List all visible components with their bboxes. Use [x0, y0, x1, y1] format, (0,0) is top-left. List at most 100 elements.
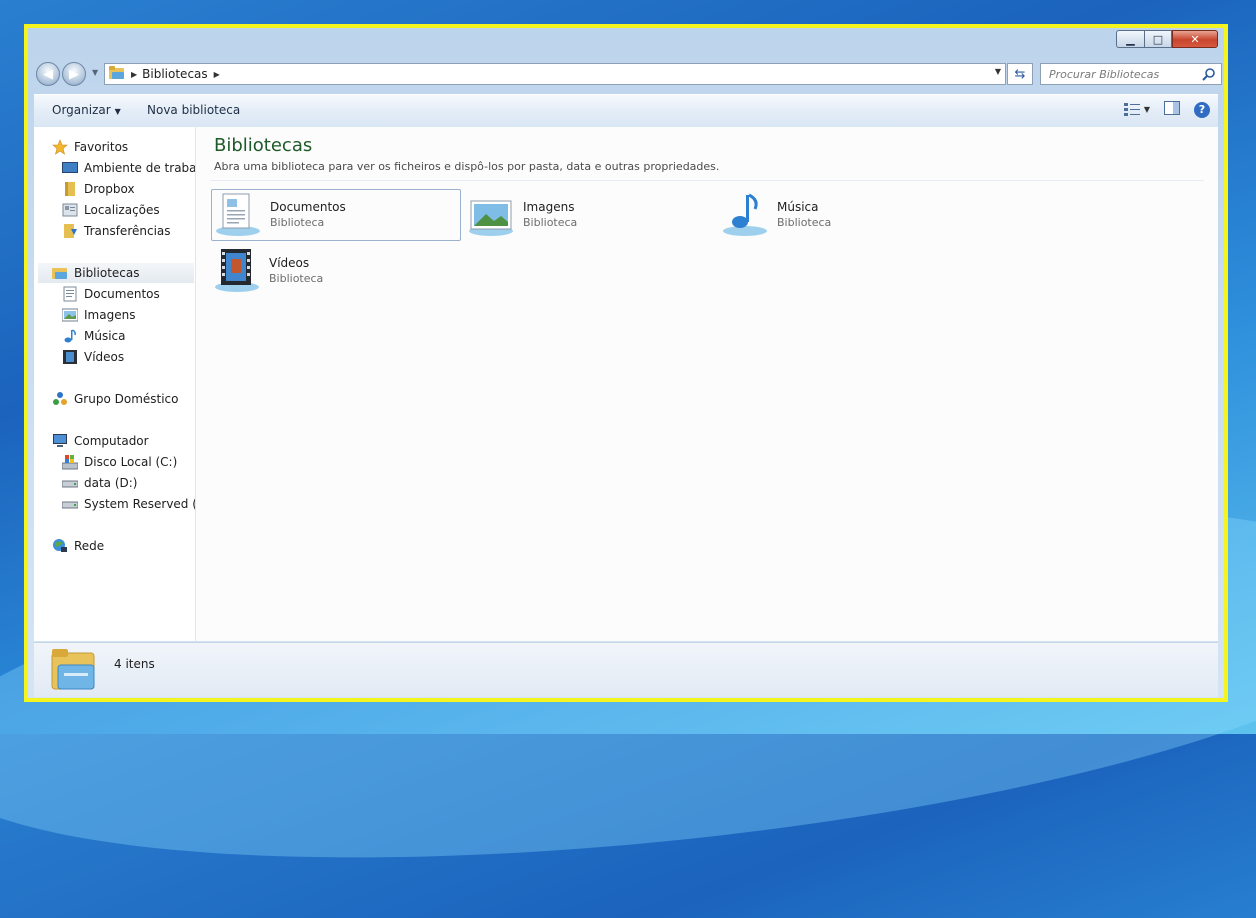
- sidebar-item-computer[interactable]: Computador: [52, 431, 195, 451]
- navigation-row: ◀ ▶ ▼ ▶ Bibliotecas ▶ ▼ ⇆: [36, 62, 1222, 88]
- sidebar-item-label: Computador: [74, 434, 149, 448]
- drive-icon: [62, 475, 79, 491]
- organize-button[interactable]: Organizar ▼: [52, 103, 121, 117]
- library-name: Imagens: [523, 200, 575, 214]
- library-tile-music[interactable]: Música Biblioteca: [719, 189, 969, 241]
- address-history-dropdown[interactable]: ▼: [995, 67, 1001, 76]
- preview-pane-button[interactable]: [1164, 101, 1180, 118]
- command-bar: Organizar ▼ Nova biblioteca ▼ ?: [34, 94, 1218, 128]
- sidebar-item-places[interactable]: Localizações: [62, 200, 195, 220]
- drive-icon: [62, 496, 79, 512]
- search-input[interactable]: [1047, 66, 1201, 82]
- minimize-icon: ▁: [1126, 32, 1135, 46]
- sidebar-item-downloads[interactable]: Transferências: [62, 221, 195, 241]
- back-arrow-icon: ◀: [43, 66, 53, 82]
- sidebar-item-music[interactable]: Música: [62, 326, 195, 346]
- libraries-folder-icon: [51, 649, 95, 690]
- new-library-button[interactable]: Nova biblioteca: [147, 103, 240, 117]
- network-icon: [52, 538, 68, 554]
- library-tile-pictures[interactable]: Imagens Biblioteca: [465, 189, 715, 241]
- content-pane: Bibliotecas Abra uma biblioteca para ver…: [196, 127, 1218, 641]
- forward-button[interactable]: ▶: [62, 62, 86, 86]
- homegroup-icon: [52, 391, 68, 407]
- library-text: Imagens Biblioteca: [523, 199, 577, 231]
- sidebar-item-label: Vídeos: [84, 350, 125, 364]
- library-tile-videos[interactable]: Vídeos Biblioteca: [211, 245, 461, 297]
- view-options-icon: [1123, 102, 1140, 116]
- divider: [210, 180, 1204, 181]
- sidebar-item-label: Imagens: [84, 308, 136, 322]
- recent-pages-dropdown[interactable]: ▼: [92, 68, 98, 77]
- library-type: Biblioteca: [777, 216, 832, 229]
- documents-library-icon: [216, 193, 260, 236]
- library-tile-documents[interactable]: Documentos Biblioteca: [211, 189, 461, 241]
- sidebar-item-favorites[interactable]: Favoritos: [52, 137, 195, 157]
- chevron-down-icon: ▼: [1143, 105, 1150, 114]
- sidebar-item-desktop[interactable]: Ambiente de trabalho: [62, 158, 195, 178]
- navigation-pane: Favoritos Ambiente de trabalho Dropbox L…: [34, 127, 196, 641]
- sidebar-item-drive-c[interactable]: Disco Local (C:): [62, 452, 195, 472]
- sidebar-item-label: Transferências: [84, 224, 171, 238]
- close-icon: ✕: [1190, 32, 1200, 46]
- sidebar-item-homegroup[interactable]: Grupo Doméstico: [52, 389, 195, 409]
- places-icon: [62, 202, 78, 218]
- minimize-button[interactable]: ▁: [1116, 30, 1144, 48]
- desktop-icon: [62, 160, 78, 176]
- new-library-label: Nova biblioteca: [147, 103, 241, 117]
- library-text: Música Biblioteca: [777, 199, 831, 231]
- sidebar-item-videos[interactable]: Vídeos: [62, 347, 195, 367]
- sidebar-item-label: Documentos: [84, 287, 160, 301]
- help-icon: ?: [1198, 103, 1206, 116]
- sidebar-item-label: Bibliotecas: [74, 266, 140, 280]
- sidebar-item-dropbox[interactable]: Dropbox: [62, 179, 195, 199]
- sidebar-item-label: Ambiente de trabalho: [84, 161, 195, 175]
- music-icon: [62, 328, 78, 344]
- address-bar[interactable]: ▶ Bibliotecas ▶ ▼: [104, 63, 1006, 85]
- pictures-library-icon: [469, 200, 513, 236]
- explorer-window: ▁ □ ✕ ◀ ▶ ▼ ▶ Bibliotecas ▶ ▼ ⇆ Procurar…: [24, 24, 1228, 702]
- dropbox-folder-icon: [62, 181, 78, 197]
- help-button[interactable]: ?: [1194, 101, 1210, 118]
- page-subtitle: Abra uma biblioteca para ver os ficheiro…: [214, 160, 720, 173]
- preview-pane-icon: [1164, 101, 1180, 115]
- sidebar-item-documents[interactable]: Documentos: [62, 284, 195, 304]
- forward-arrow-icon: ▶: [69, 66, 79, 82]
- sidebar-item-label: Rede: [74, 539, 105, 553]
- page-title: Bibliotecas: [214, 135, 313, 156]
- videos-library-icon: [215, 249, 259, 292]
- library-text: Documentos Biblioteca: [270, 199, 346, 231]
- search-box[interactable]: [1040, 63, 1222, 85]
- breadcrumb-libraries[interactable]: Bibliotecas: [142, 67, 207, 81]
- star-icon: [52, 139, 68, 155]
- downloads-icon: [62, 223, 78, 239]
- music-library-icon: [723, 193, 767, 236]
- maximize-icon: □: [1152, 32, 1164, 46]
- refresh-button[interactable]: ⇆: [1007, 63, 1033, 85]
- library-name: Música: [777, 200, 819, 214]
- sidebar-item-network[interactable]: Rede: [52, 536, 195, 556]
- close-button[interactable]: ✕: [1172, 30, 1218, 48]
- status-bar: 4 itens: [34, 642, 1218, 697]
- sidebar-item-drive-d[interactable]: data (D:): [62, 473, 195, 493]
- maximize-button[interactable]: □: [1144, 30, 1172, 48]
- chevron-down-icon: ▼: [114, 107, 121, 116]
- back-button[interactable]: ◀: [36, 62, 60, 86]
- sidebar-item-label: Disco Local (C:): [84, 455, 178, 469]
- library-type: Biblioteca: [269, 272, 324, 285]
- breadcrumb-arrow-icon[interactable]: ▶: [214, 70, 220, 79]
- search-icon[interactable]: [1202, 67, 1216, 84]
- sidebar-item-drive-f[interactable]: System Reserved (F:): [62, 494, 195, 514]
- breadcrumb-arrow-icon[interactable]: ▶: [131, 70, 137, 79]
- sidebar-item-libraries[interactable]: Bibliotecas: [38, 263, 194, 283]
- library-name: Vídeos: [269, 256, 310, 270]
- sidebar-item-label: Grupo Doméstico: [74, 392, 179, 406]
- library-text: Vídeos Biblioteca: [269, 255, 323, 287]
- videos-icon: [62, 349, 78, 365]
- sidebar-item-label: data (D:): [84, 476, 138, 490]
- title-bar[interactable]: ▁ □ ✕: [28, 28, 1224, 56]
- library-type: Biblioteca: [270, 216, 325, 229]
- sidebar-item-pictures[interactable]: Imagens: [62, 305, 195, 325]
- change-view-button[interactable]: ▼: [1123, 102, 1150, 117]
- sidebar-item-label: Dropbox: [84, 182, 135, 196]
- documents-icon: [62, 286, 78, 302]
